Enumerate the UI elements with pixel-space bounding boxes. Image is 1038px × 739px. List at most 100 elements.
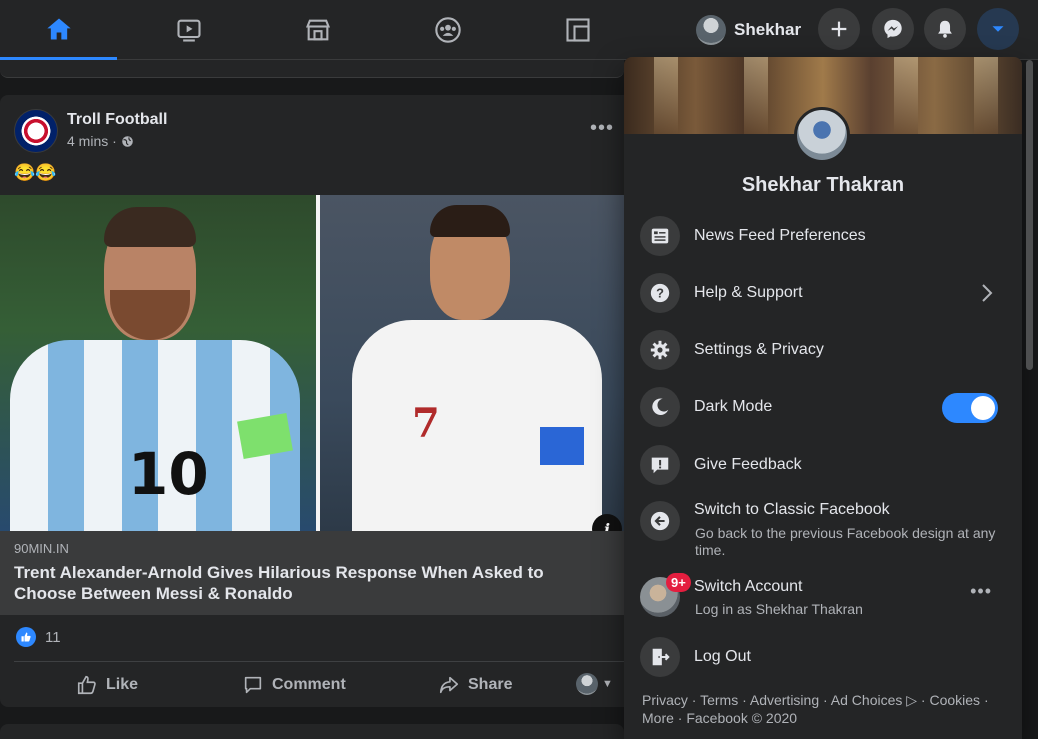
globe-icon [122,135,133,147]
menu-item-label: Dark Mode [694,398,773,415]
menu-item-label: Switch Account [694,578,803,595]
comment-button[interactable]: Comment [242,668,346,702]
menu-icon-wrap [640,216,680,256]
menu-item-subtitle: Log in as Shekhar Thakran [695,601,863,617]
menu-item-news-feed-preferences[interactable]: News Feed Preferences [640,212,1014,260]
post-link-image[interactable]: 10 7 [0,195,624,531]
feedback-icon [651,457,669,474]
post-time-text[interactable]: 4 mins · [67,133,117,149]
menu-footer-links[interactable]: Privacy · Terms · Advertising · Ad Choic… [642,691,1002,727]
share-icon [439,676,459,694]
photo-right-shirt [352,320,602,531]
profile-shortcut[interactable]: Shekhar [692,10,809,50]
photo-left-number: 10 [128,440,209,508]
nav-marketplace-tab[interactable] [259,0,376,60]
arrow-left-icon [650,511,670,531]
menu-item-label: News Feed Preferences [694,227,866,244]
comment-label: Comment [272,676,346,693]
next-post-card [0,724,624,739]
post-author-name[interactable]: Troll Football [67,111,167,129]
groups-icon [434,17,461,43]
nav-groups-tab[interactable] [389,0,506,60]
dark-mode-toggle[interactable] [942,393,998,423]
nav-watch-tab[interactable] [130,0,247,60]
avatar [576,673,598,695]
menu-item-label: Switch to Classic Facebook [694,501,890,518]
moon-icon [652,398,669,415]
previous-post-card [0,60,624,78]
menu-profile-name[interactable]: Shekhar Thakran [624,174,1022,197]
thumbs-up-icon [77,675,96,695]
messenger-button[interactable] [872,8,914,50]
menu-item-label: Help & Support [694,284,803,301]
post-timestamp: 4 mins · [67,133,134,149]
menu-item-help-support[interactable]: ? Help & Support [640,269,1014,317]
like-label: Like [106,676,139,693]
menu-icon-wrap [640,330,680,370]
photo-right-armband [540,427,584,465]
cover-detail [744,57,768,134]
link-title[interactable]: Trent Alexander-Arnold Gives Hilarious R… [14,562,604,604]
menu-item-settings-privacy[interactable]: Settings & Privacy [640,326,1014,374]
caret-down-icon [992,26,1004,32]
gaming-icon [565,18,590,42]
menu-item-label: Log Out [694,648,751,665]
avatar [696,15,726,45]
video-icon [176,19,201,42]
gear-icon [650,340,670,360]
notification-badge: 9+ [666,573,691,592]
menu-icon-wrap [640,387,680,427]
chevron-right-icon [982,284,993,302]
share-label: Share [468,676,513,693]
create-button[interactable] [818,8,860,50]
nav-home-tab[interactable] [0,0,117,60]
menu-icon-wrap [640,445,680,485]
photo-right-number: 7 [412,400,440,447]
home-icon [46,18,71,39]
cover-detail [974,57,998,134]
link-domain: 90MIN.IN [14,541,69,556]
reactions-count[interactable]: 11 [45,629,61,646]
bell-icon [938,20,952,38]
divider [14,661,624,662]
logout-icon [652,648,670,666]
svg-text:?: ? [656,286,664,301]
account-menu-button[interactable] [977,8,1019,50]
shop-icon [305,19,330,41]
post-as-selector[interactable]: ▼ [576,673,613,695]
messenger-icon [884,19,902,39]
help-icon: ? [650,283,670,303]
comment-icon [244,676,262,694]
account-menu: Shekhar Thakran News Feed Preferences ? … [624,57,1022,739]
menu-icon-wrap [640,501,680,541]
cover-detail [654,57,678,134]
menu-item-give-feedback[interactable]: Give Feedback [640,441,1014,489]
photo-left-hair [104,207,196,247]
notifications-button[interactable] [924,8,966,50]
more-options-icon[interactable]: ••• [970,581,992,602]
photo-right-hair [430,205,510,237]
toggle-knob [971,396,995,420]
menu-item-log-out[interactable]: Log Out [640,633,1014,681]
scrollbar[interactable] [1026,60,1033,370]
menu-icon-wrap [640,637,680,677]
post-options-button[interactable]: ••• [590,117,614,140]
avatar[interactable] [794,107,850,163]
cover-detail [894,57,918,134]
top-navigation-bar: Shekhar [0,0,1038,60]
like-button[interactable]: Like [76,668,138,702]
like-reaction-icon[interactable] [16,627,36,647]
post-text: 😂😂 [14,163,57,182]
photo-divider [316,195,320,531]
menu-item-label: Settings & Privacy [694,341,824,358]
thumbs-up-icon [21,632,31,642]
menu-item-subtitle: Go back to the previous Facebook design … [695,525,996,558]
profile-name: Shekhar [734,20,802,39]
nav-gaming-tab[interactable] [519,0,636,60]
plus-icon [831,21,847,37]
menu-item-label: Give Feedback [694,456,802,473]
menu-item-dark-mode[interactable]: Dark Mode [640,383,1014,431]
share-button[interactable]: Share [438,668,512,702]
page-avatar[interactable] [14,109,58,153]
news-feed-icon [651,228,669,244]
